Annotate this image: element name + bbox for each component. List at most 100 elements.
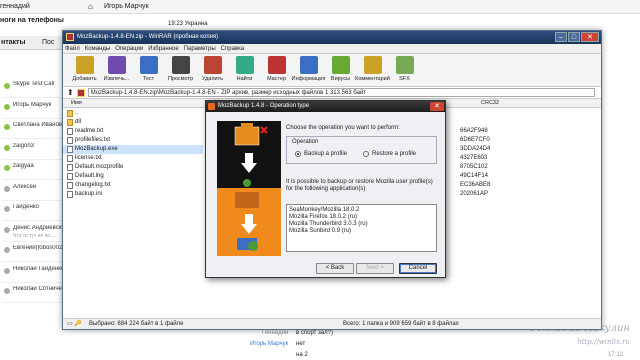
contact-item[interactable]: Евгений(fobos002): [2, 242, 63, 262]
file-row[interactable]: ..: [63, 109, 203, 118]
radio-backup[interactable]: Backup a profile: [295, 151, 347, 157]
contact-item[interactable]: Денис Андриевский Что то тут не по...: [2, 222, 63, 242]
status-bar: ▭ 🔑 Выбрано: 884 224 байт в 1 файле Всег…: [63, 318, 601, 329]
contact-item[interactable]: zaigyaa: [2, 160, 62, 180]
file-row[interactable]: Default.mozprofile: [63, 163, 203, 172]
contact-name: zaigyaa: [13, 163, 34, 169]
crc-value: EC36ABE8: [460, 182, 491, 188]
column-name[interactable]: Имя: [71, 100, 82, 106]
skype-contact-tabs: нтакты Пос: [0, 36, 62, 50]
up-folder-icon[interactable]: ⬆: [67, 88, 74, 97]
toolbar-label: Тест: [142, 76, 155, 82]
chat-message: в спорт зал?): [296, 330, 333, 336]
wizard-image: [217, 121, 281, 256]
contact-item[interactable]: Алексей: [2, 181, 62, 201]
application-item[interactable]: Mozilla Thunderbird 3.0.3 (ru): [289, 221, 434, 228]
file-icon: [67, 191, 73, 198]
contact-mood: Что то тут не по...: [13, 232, 55, 239]
home-icon[interactable]: ⌂: [88, 2, 93, 11]
maximize-button[interactable]: □: [568, 32, 580, 42]
radio-unchecked-icon[interactable]: [363, 151, 369, 157]
tab-contacts[interactable]: нтакты: [1, 39, 25, 46]
contact-item[interactable]: Игорь Марчук: [2, 99, 62, 119]
column-crc[interactable]: CRC32: [481, 100, 499, 106]
minimize-button[interactable]: –: [555, 32, 567, 42]
backup-art: [217, 121, 281, 188]
file-row[interactable]: license.txt: [63, 154, 203, 163]
file-row[interactable]: dll: [63, 118, 203, 127]
contact-item[interactable]: Гайденко: [2, 201, 62, 221]
file-name: Default.mozprofile: [75, 164, 124, 170]
file-row[interactable]: backup.ini: [63, 190, 203, 199]
find-phone-link[interactable]: ноги на телефоны: [0, 17, 64, 24]
menu-item[interactable]: Избранное: [148, 44, 178, 53]
chat-author: Игорь Марчук: [250, 341, 289, 347]
presence-icon: [4, 83, 10, 89]
dialog-close-button[interactable]: ✕: [430, 102, 444, 111]
winrar-title-bar[interactable]: MozBackup-1.4.8-EN.zip - WinRAR (пробная…: [63, 31, 601, 44]
archive-icon: [76, 88, 85, 97]
menu-item[interactable]: Операции: [115, 44, 143, 53]
contact-item[interactable]: Светлана Иванова: [2, 119, 63, 139]
status-total: Всего: 1 папка и 909 659 байт в 8 файлах: [343, 321, 459, 327]
dialog-title-bar[interactable]: MozBackup 1.4.8 - Operation type ✕: [206, 101, 445, 112]
contact-name: Игорь Марчук: [13, 101, 52, 108]
file-row[interactable]: Default.lng: [63, 172, 203, 181]
file-row[interactable]: changelog.txt: [63, 181, 203, 190]
toolbar-button[interactable]: Тест: [133, 54, 164, 86]
contact-item[interactable]: zaigon3: [2, 140, 62, 160]
extract-icon: [107, 56, 126, 74]
radio-restore[interactable]: Restore a profile: [363, 151, 416, 157]
tab-recent[interactable]: Пос: [42, 39, 54, 46]
toolbar-button[interactable]: Мастер: [261, 54, 292, 86]
menu-item[interactable]: Параметры: [184, 44, 216, 53]
file-row[interactable]: MozBackup.exe: [63, 145, 203, 154]
toolbar-button[interactable]: Извлечь...: [101, 54, 132, 86]
radio-checked-icon[interactable]: [295, 151, 301, 157]
file-row[interactable]: readme.txt: [63, 127, 203, 136]
menu-item[interactable]: Справка: [221, 44, 245, 53]
toolbar-button[interactable]: Найти: [229, 54, 260, 86]
close-button[interactable]: ✕: [581, 32, 599, 42]
toolbar-button[interactable]: Просмотр: [165, 54, 196, 86]
contact-name: Николай Гайденко: [13, 265, 63, 272]
menu-item[interactable]: Команды: [85, 44, 110, 53]
contact-item[interactable]: Николай Сотниченко: [2, 283, 63, 303]
toolbar-button[interactable]: Добавить: [69, 54, 100, 86]
next-button[interactable]: Next >: [356, 263, 394, 274]
file-row[interactable]: profilefiles.txt: [63, 136, 203, 145]
application-item[interactable]: Mozilla Firefox 18.0.2 (ru): [289, 214, 434, 221]
winrar-menu-bar: Файл Команды Операции Избранное Параметры Спр…: [63, 44, 601, 54]
crc-value: 3DDA24D4: [460, 146, 491, 152]
back-button[interactable]: < Back: [316, 263, 354, 274]
toolbar-button[interactable]: Удалить: [197, 54, 228, 86]
application-list[interactable]: SeaMonkey/Mozilla 18.0.2 Mozilla Firefox …: [286, 204, 437, 252]
toolbar-button[interactable]: Информация: [292, 54, 325, 86]
application-item[interactable]: SeaMonkey/Mozilla 18.0.2: [289, 207, 434, 214]
toolbar-button[interactable]: SFX: [389, 54, 420, 86]
contact-name: zaigon3: [13, 142, 35, 149]
status-selected: Выбрано: 884 224 байт в 1 файле: [89, 321, 184, 327]
toolbar-label: Вирусы: [330, 76, 351, 82]
find-icon: [235, 56, 254, 74]
contact-item[interactable]: Skype Test Call: [2, 78, 62, 98]
menu-item[interactable]: Файл: [65, 44, 80, 53]
application-item[interactable]: Mozilla Sunbird 0.9 (ru): [289, 228, 434, 235]
toolbar-button[interactable]: Вирусы: [325, 54, 356, 86]
crc-value: 8705C102: [460, 164, 488, 170]
chat-message: на 2: [296, 352, 308, 358]
toolbar-button[interactable]: Комментарий: [355, 54, 390, 86]
contact-name: Денис Андриевский: [13, 224, 63, 231]
cancel-button[interactable]: Cancel: [399, 263, 437, 274]
path-field[interactable]: MozBackup-1.4.8-EN.zip\MozBackup-1.4.8-E…: [87, 88, 595, 97]
file-list: .. dll readme.txt profilefiles.txt MozBackup…: [63, 109, 203, 199]
file-icon: [67, 146, 73, 153]
contact-item[interactable]: Николай Гайденко: [2, 263, 63, 283]
operation-group: Operation Backup a profile Restore a pro…: [286, 136, 437, 164]
info-text: It is possible to backup or restore Mozi…: [286, 179, 433, 192]
chat-time: 17:12: [608, 352, 624, 358]
presence-icon: [4, 267, 10, 274]
conversation-title: Игорь Марчук: [104, 3, 149, 10]
presence-icon: [4, 185, 10, 192]
status-icons: ▭ 🔑: [67, 321, 82, 327]
